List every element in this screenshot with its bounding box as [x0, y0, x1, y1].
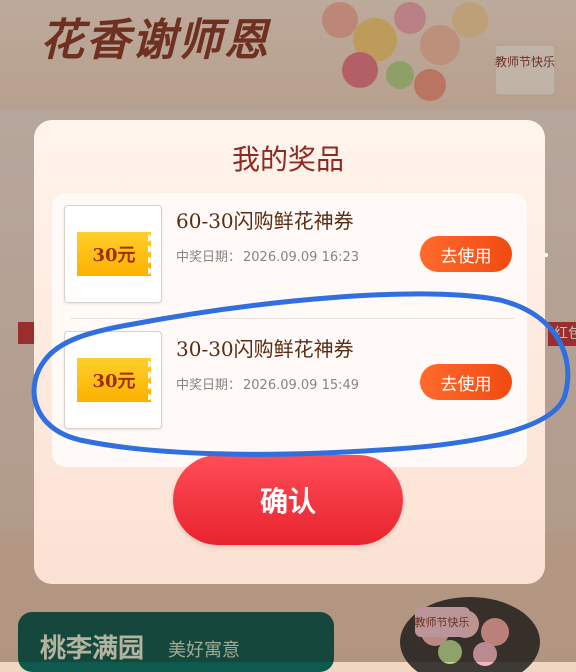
prize-item: 30元 30-30闪购鲜花神券 中奖日期： 2026.09.09 15:49 去使… [52, 323, 527, 443]
coupon-icon: 30元 [74, 358, 154, 402]
divider [70, 318, 515, 319]
prize-date: 中奖日期： 2026.09.09 15:49 [176, 374, 359, 393]
prize-name: 60-30闪购鲜花神券 [176, 209, 354, 233]
coupon-icon: 30元 [74, 232, 154, 276]
date-value: 2026.09.09 15:49 [243, 378, 360, 393]
use-coupon-button[interactable]: 去使用 [420, 364, 512, 400]
coupon-thumbnail: 30元 [64, 205, 162, 303]
use-coupon-button[interactable]: 去使用 [420, 236, 512, 272]
prize-name: 30-30闪购鲜花神券 [176, 337, 354, 361]
coupon-value: 30元 [92, 245, 136, 266]
prize-item: 30元 60-30闪购鲜花神券 中奖日期： 2026.09.09 16:23 去使… [52, 193, 527, 313]
coupon-value: 30元 [92, 371, 136, 392]
dialog-title: 我的奖品 [231, 143, 344, 176]
date-label: 中奖日期： [176, 250, 242, 265]
prize-date: 中奖日期： 2026.09.09 16:23 [176, 246, 359, 265]
coupon-thumbnail: 30元 [64, 331, 162, 429]
date-label: 中奖日期： [176, 378, 242, 393]
date-value: 2026.09.09 16:23 [243, 250, 360, 265]
confirm-button[interactable]: 确认 [173, 455, 403, 545]
